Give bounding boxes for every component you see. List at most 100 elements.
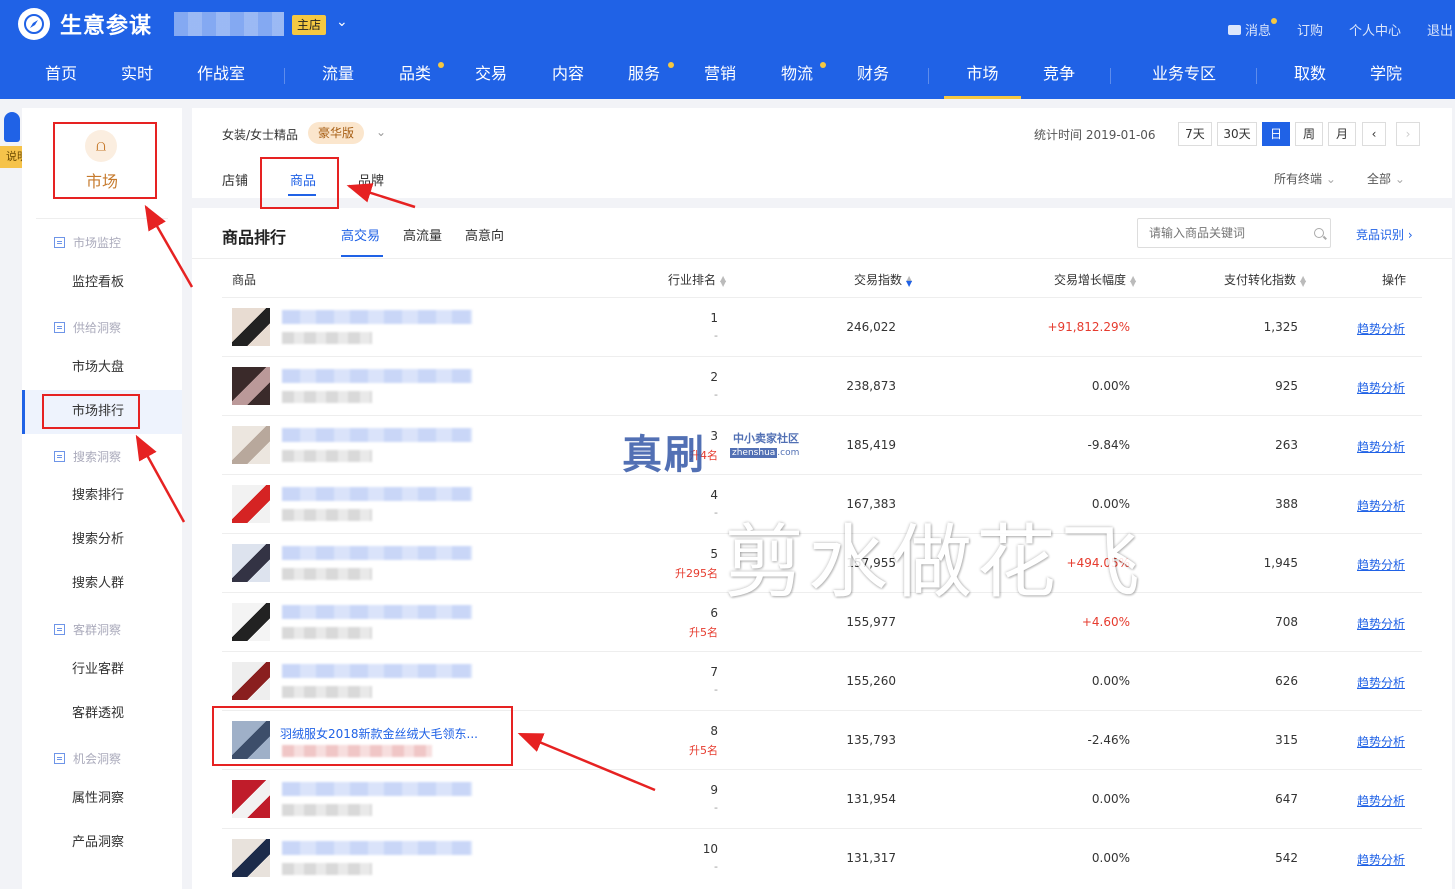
- product-thumbnail[interactable]: [232, 485, 270, 523]
- prev-period-button[interactable]: ‹: [1362, 122, 1386, 146]
- next-period-button[interactable]: ›: [1396, 122, 1420, 146]
- product-thumbnail[interactable]: [232, 367, 270, 405]
- nav-service-dot: [668, 62, 674, 68]
- col-header-label: 交易指数: [854, 273, 903, 287]
- product-thumbnail[interactable]: [232, 603, 270, 641]
- nav-home[interactable]: 首页: [36, 52, 86, 99]
- sidebar-group-opportunity: 机会洞察: [54, 750, 121, 767]
- subscribe-link[interactable]: 订购: [1297, 20, 1323, 39]
- nav-traffic[interactable]: 流量: [313, 52, 363, 99]
- trade-index: 155,260: [846, 674, 896, 688]
- sidebar-item-dashboard[interactable]: 监控看板: [22, 261, 182, 305]
- trend-analysis-link[interactable]: 趋势分析: [1357, 556, 1405, 573]
- period-week-button[interactable]: 周: [1295, 122, 1323, 146]
- messages-link[interactable]: 消息: [1227, 18, 1277, 39]
- annotation-box-row-8: [212, 706, 513, 766]
- product-thumbnail[interactable]: [232, 839, 270, 877]
- terminal-select[interactable]: 所有终端 ⌄: [1274, 170, 1336, 187]
- nav-marketing[interactable]: 营销: [695, 52, 745, 99]
- search-icon[interactable]: [1314, 228, 1324, 238]
- competitor-identify-link[interactable]: 竞品识别 ›: [1356, 226, 1413, 243]
- sort-icon: ▲ ▼: [1300, 273, 1307, 288]
- tab-high-trade[interactable]: 高交易: [341, 225, 380, 244]
- product-thumbnail[interactable]: [232, 308, 270, 346]
- nav-fetch-data[interactable]: 取数: [1285, 52, 1335, 99]
- product-search-input[interactable]: [1137, 218, 1331, 248]
- sidebar-item-crowd-insight[interactable]: 客群透视: [22, 692, 182, 736]
- period-7d-button[interactable]: 7天: [1178, 122, 1212, 146]
- rank-change: -: [714, 683, 718, 696]
- trend-analysis-link[interactable]: 趋势分析: [1357, 497, 1405, 514]
- nav-service[interactable]: 服务: [619, 52, 669, 99]
- nav-content[interactable]: 内容: [543, 52, 593, 99]
- trend-analysis-link[interactable]: 趋势分析: [1357, 615, 1405, 632]
- col-header-trade-index[interactable]: 交易指数 ▲ ▼: [854, 271, 914, 288]
- nav-business-zone[interactable]: 业务专区: [1140, 52, 1228, 99]
- product-thumbnail[interactable]: [232, 426, 270, 464]
- product-thumbnail[interactable]: [232, 780, 270, 818]
- trend-analysis-link[interactable]: 趋势分析: [1357, 674, 1405, 691]
- nav-trade[interactable]: 交易: [466, 52, 516, 99]
- sidebar-group-label: 供给洞察: [73, 321, 122, 335]
- product-title-blurred[interactable]: [282, 310, 472, 324]
- personal-center-link[interactable]: 个人中心: [1349, 20, 1401, 39]
- trend-analysis-link[interactable]: 趋势分析: [1357, 438, 1405, 455]
- nav-realtime[interactable]: 实时: [112, 52, 162, 99]
- nav-academy[interactable]: 学院: [1361, 52, 1411, 99]
- logout-link[interactable]: 退出: [1427, 20, 1453, 39]
- sidebar-item-search-analysis[interactable]: 搜索分析: [22, 518, 182, 562]
- nav-logistics-dot: [820, 62, 826, 68]
- trend-analysis-link[interactable]: 趋势分析: [1357, 851, 1405, 868]
- table-row: 2 - 238,873 0.00% 925 趋势分析: [222, 356, 1422, 415]
- nav-category[interactable]: 品类: [390, 52, 440, 99]
- product-title-blurred[interactable]: [282, 664, 472, 678]
- sidebar-item-overview[interactable]: 市场大盘: [22, 346, 182, 390]
- product-thumbnail[interactable]: [232, 662, 270, 700]
- scope-select[interactable]: 全部 ⌄: [1367, 170, 1405, 187]
- nav-logistics[interactable]: 物流: [772, 52, 822, 99]
- product-title-blurred[interactable]: [282, 605, 472, 619]
- product-title-blurred[interactable]: [282, 782, 472, 796]
- col-header-conversion-index[interactable]: 支付转化指数 ▲ ▼: [1224, 271, 1308, 288]
- subtab-brand[interactable]: 品牌: [358, 170, 384, 189]
- period-day-button[interactable]: 日: [1262, 122, 1290, 146]
- product-title-blurred[interactable]: [282, 841, 472, 855]
- period-month-button[interactable]: 月: [1328, 122, 1356, 146]
- tab-high-traffic[interactable]: 高流量: [403, 225, 442, 244]
- chevron-down-icon[interactable]: ⌄: [376, 125, 386, 139]
- category-breadcrumb[interactable]: 女装/女士精品: [222, 126, 298, 143]
- chevron-down-icon[interactable]: ⌄: [336, 14, 348, 30]
- nav-war-room[interactable]: 作战室: [188, 52, 254, 99]
- col-header-trade-growth[interactable]: 交易增长幅度 ▲ ▼: [1054, 271, 1138, 288]
- product-sub-blurred: [282, 391, 372, 403]
- col-header-label: 交易增长幅度: [1054, 273, 1127, 287]
- product-title-blurred[interactable]: [282, 369, 472, 383]
- trend-analysis-link[interactable]: 趋势分析: [1357, 792, 1405, 809]
- sidebar-item-search-rank[interactable]: 搜索排行: [22, 474, 182, 518]
- product-sub-blurred: [282, 863, 372, 875]
- rank-change: -: [714, 506, 718, 519]
- product-thumbnail[interactable]: [232, 544, 270, 582]
- product-title-blurred[interactable]: [282, 428, 472, 442]
- shop-tag: 主店: [292, 15, 327, 35]
- sidebar-item-product-insight[interactable]: 产品洞察: [22, 821, 182, 865]
- trend-analysis-link[interactable]: 趋势分析: [1357, 320, 1405, 337]
- product-title-blurred[interactable]: [282, 546, 472, 560]
- sidebar-item-industry-crowd[interactable]: 行业客群: [22, 648, 182, 692]
- table-row: 1 - 246,022 +91,812.29% 1,325 趋势分析: [222, 297, 1422, 356]
- period-30d-button[interactable]: 30天: [1217, 122, 1257, 146]
- sidebar-item-attr-insight[interactable]: 属性洞察: [22, 777, 182, 821]
- trend-analysis-link[interactable]: 趋势分析: [1357, 379, 1405, 396]
- nav-finance[interactable]: 财务: [848, 52, 898, 99]
- trend-analysis-link[interactable]: 趋势分析: [1357, 733, 1405, 750]
- nav-competition[interactable]: 竞争: [1034, 52, 1084, 99]
- subtab-shop[interactable]: 店铺: [222, 170, 248, 189]
- col-header-industry-rank[interactable]: 行业排名 ▲ ▼: [668, 271, 728, 288]
- nav-market[interactable]: 市场: [944, 52, 1021, 99]
- tab-high-intent[interactable]: 高意向: [465, 225, 504, 244]
- group-icon: [54, 753, 65, 764]
- sidebar-item-search-crowd[interactable]: 搜索人群: [22, 562, 182, 606]
- brand[interactable]: 生意参谋: [18, 8, 152, 40]
- sidebar-group-label: 机会洞察: [73, 752, 122, 766]
- product-title-blurred[interactable]: [282, 487, 472, 501]
